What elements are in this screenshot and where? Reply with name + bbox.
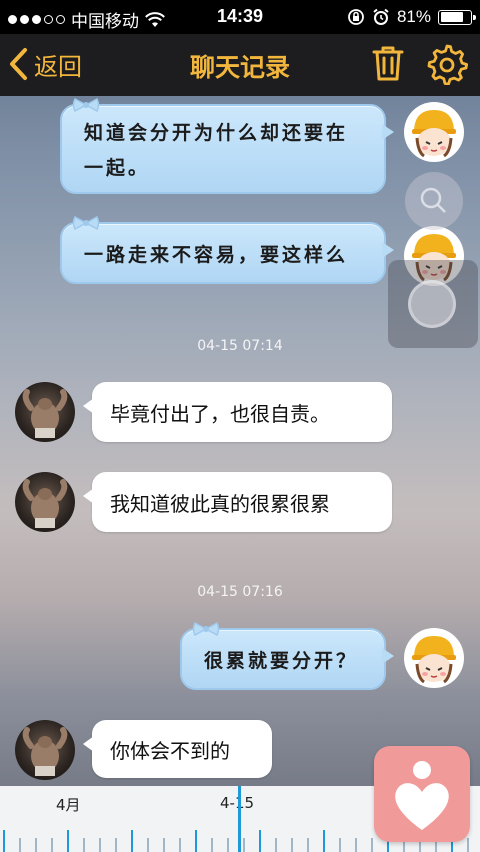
girl-avatar-icon: [412, 110, 456, 158]
message-bubble-outgoing[interactable]: 知道会分开为什么却还要在 一起。: [60, 98, 394, 194]
carrier-name: 中国移动: [71, 12, 139, 31]
back-label: 返回: [34, 52, 82, 81]
status-right: 81%: [347, 7, 476, 27]
message-timestamp: 04-15 07:16: [197, 584, 283, 600]
message-bubble-outgoing[interactable]: 很累就要分开？: [180, 622, 394, 690]
contact-avatar-icon: [22, 389, 68, 438]
user-avatar[interactable]: [404, 628, 464, 688]
floating-search-button[interactable]: [405, 172, 463, 230]
contact-avatar-icon: [22, 479, 68, 528]
settings-button[interactable]: [426, 43, 468, 86]
contact-avatar[interactable]: [15, 472, 75, 532]
contact-avatar[interactable]: [15, 720, 75, 780]
status-bar: 中国移动 14:39 81%: [0, 0, 480, 34]
page-title: 聊天记录: [189, 53, 290, 82]
message-text: 毕竟付出了，也很自责。: [110, 401, 330, 426]
signal-strength-icon: [8, 15, 65, 24]
heart-icon: [395, 761, 449, 830]
back-button[interactable]: 返回: [8, 46, 82, 82]
message-text: 很累就要分开？: [204, 649, 359, 672]
message-text: 一起。: [84, 157, 151, 179]
favorite-button[interactable]: [374, 746, 470, 842]
bow-decoration: [72, 216, 100, 230]
user-avatar[interactable]: [404, 102, 464, 162]
navigation-bar: 返回 聊天记录: [0, 34, 480, 96]
contact-avatar[interactable]: [15, 382, 75, 442]
alarm-icon: [373, 8, 389, 25]
assistive-touch-icon: [408, 280, 456, 328]
message-bubble-incoming[interactable]: 我知道彼此真的很累很累: [83, 472, 392, 532]
assistive-touch-button[interactable]: [388, 260, 478, 348]
girl-avatar-icon: [412, 636, 456, 684]
bow-decoration: [72, 98, 100, 112]
timeline-month-label: 4月: [56, 796, 81, 814]
message-bubble-outgoing[interactable]: 一路走来不容易，要这样么: [60, 216, 394, 284]
chevron-left-icon: [10, 48, 27, 80]
battery-percentage: 81%: [396, 7, 431, 26]
message-bubble-incoming[interactable]: 你体会不到的: [83, 720, 272, 778]
message-text: 知道会分开为什么却还要在: [84, 122, 349, 144]
rotation-lock-icon: [348, 9, 364, 25]
message-text: 你体会不到的: [110, 738, 230, 763]
search-icon: [420, 187, 446, 213]
message-text: 我知道彼此真的很累很累: [110, 491, 330, 516]
bow-decoration: [192, 622, 220, 636]
contact-avatar-icon: [22, 727, 68, 776]
battery-icon: [438, 9, 476, 25]
trash-icon: [372, 46, 404, 81]
message-bubble-incoming[interactable]: 毕竟付出了，也很自责。: [83, 382, 392, 442]
gear-icon: [427, 44, 468, 86]
status-left: 中国移动: [8, 7, 165, 32]
wifi-icon: [145, 11, 165, 27]
message-text: 一路走来不容易，要这样么: [84, 243, 349, 266]
delete-button[interactable]: [368, 43, 408, 83]
timeline-cursor[interactable]: [238, 786, 241, 852]
